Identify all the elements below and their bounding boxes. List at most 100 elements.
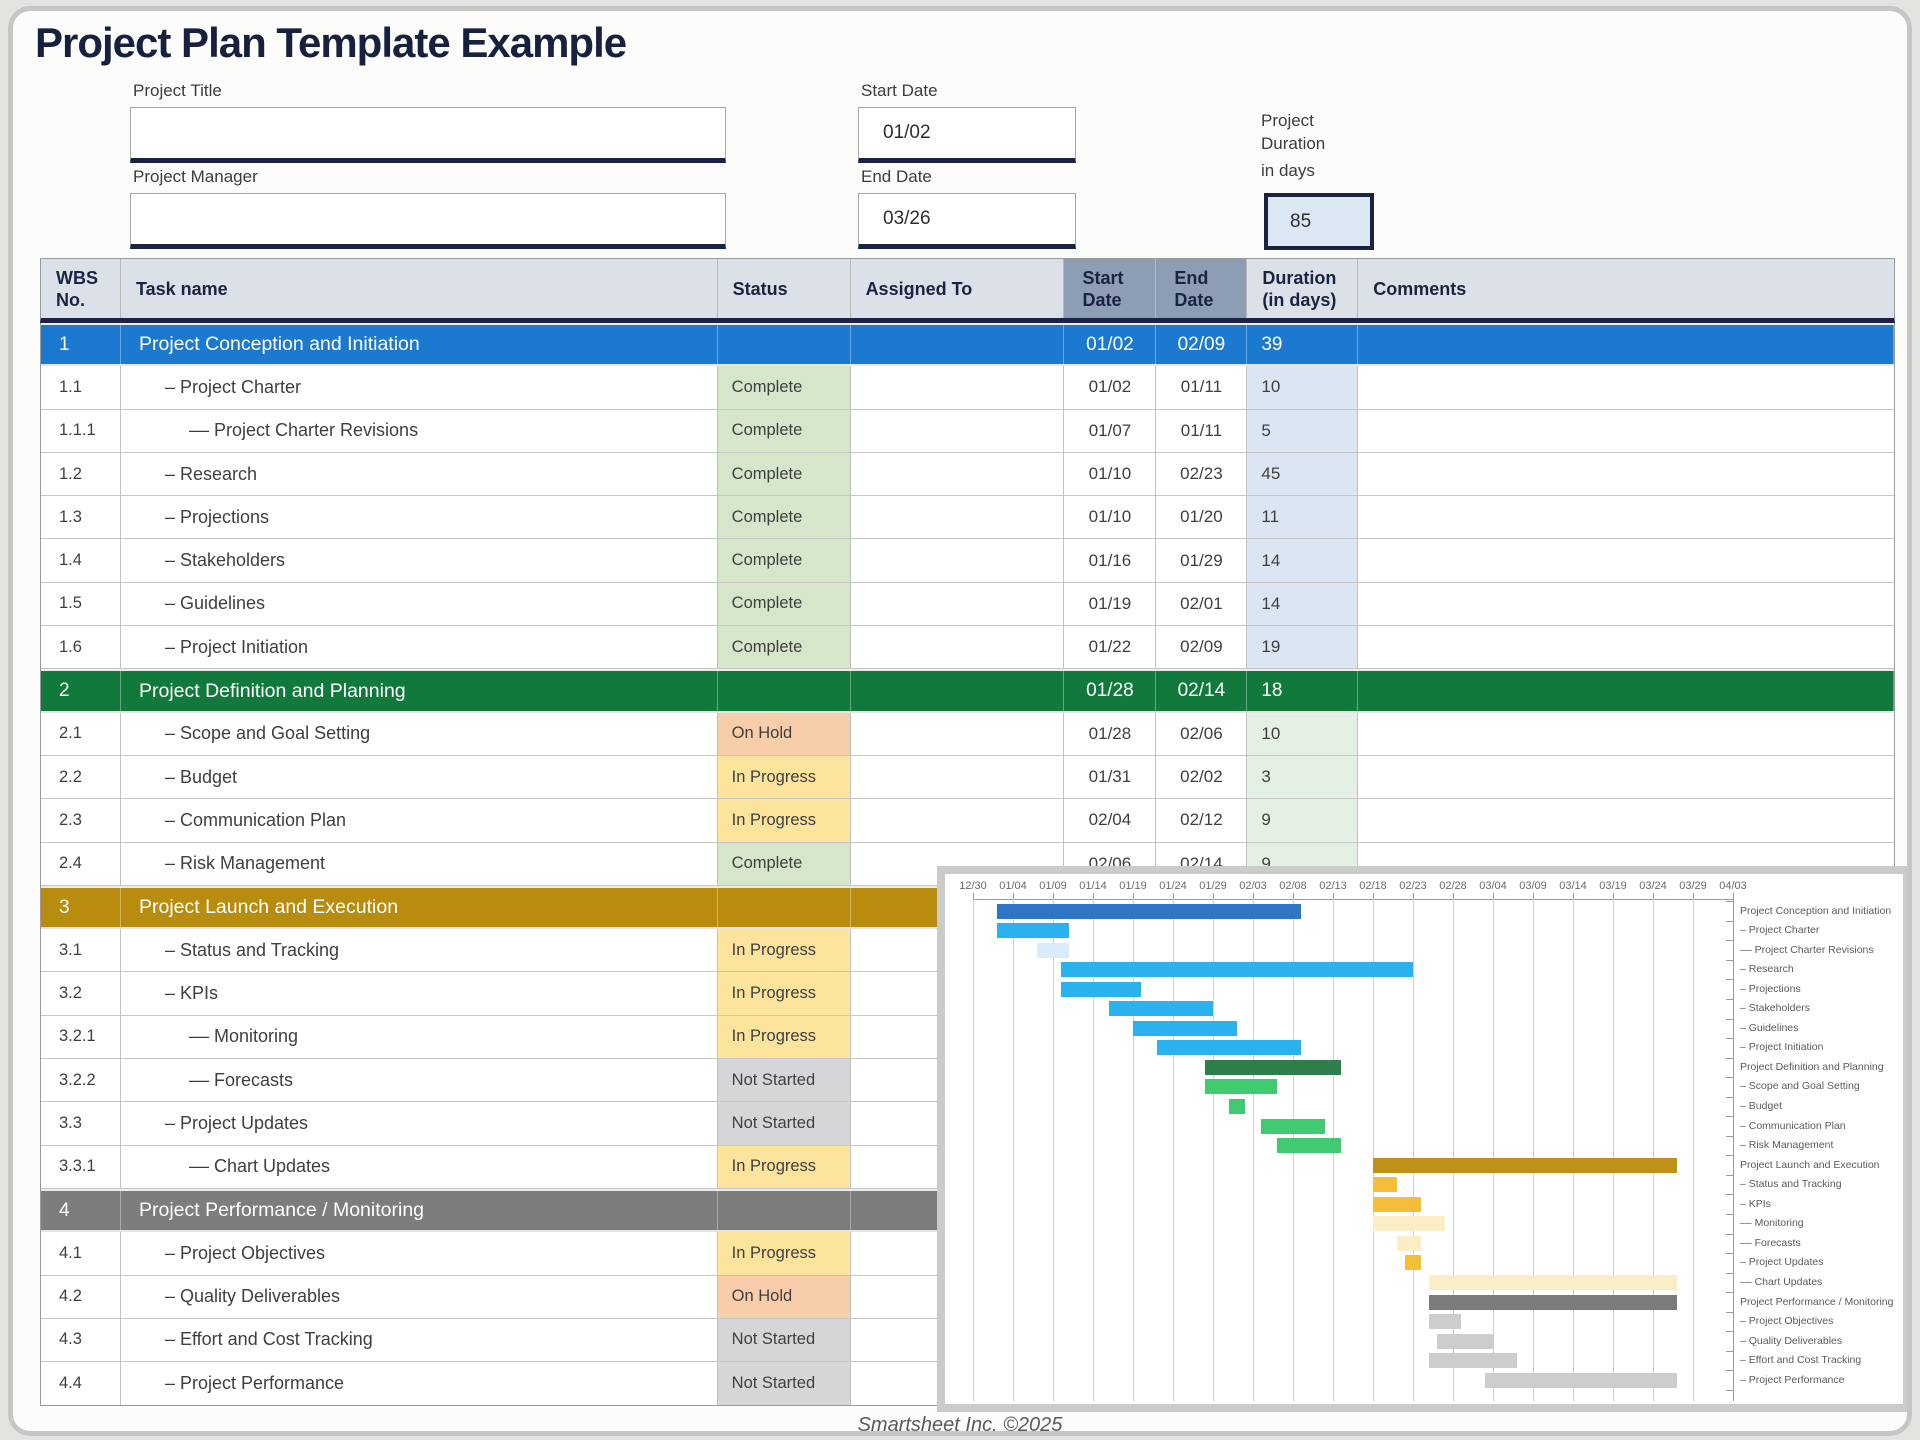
gantt-bar[interactable] <box>1397 1236 1421 1251</box>
status-cell[interactable]: Complete <box>718 843 851 885</box>
wbs-cell[interactable]: 4.1 <box>41 1232 121 1274</box>
gantt-bar[interactable] <box>1133 1021 1237 1036</box>
duration-cell[interactable]: 39 <box>1247 325 1358 364</box>
comments-cell[interactable] <box>1358 799 1894 841</box>
task-cell[interactable]: –– Chart Updates <box>121 1146 718 1188</box>
start-cell[interactable]: 01/07 <box>1064 410 1156 452</box>
column-header-comments[interactable]: Comments <box>1358 259 1894 318</box>
start-cell[interactable]: 01/31 <box>1064 756 1156 798</box>
gantt-bar[interactable] <box>1061 982 1141 997</box>
gantt-bar[interactable] <box>1277 1138 1341 1153</box>
end-cell[interactable]: 01/20 <box>1156 496 1247 538</box>
task-cell[interactable]: – Risk Management <box>121 843 718 885</box>
status-cell[interactable]: Complete <box>718 539 851 581</box>
gantt-bar[interactable] <box>1205 1079 1277 1094</box>
status-cell[interactable]: In Progress <box>718 799 851 841</box>
end-cell[interactable]: 02/01 <box>1156 583 1247 625</box>
assigned-cell[interactable] <box>851 496 1065 538</box>
assigned-cell[interactable] <box>851 539 1065 581</box>
task-cell[interactable]: –– Project Charter Revisions <box>121 410 718 452</box>
status-cell[interactable]: Complete <box>718 583 851 625</box>
column-header-duration[interactable]: Duration (in days) <box>1247 259 1358 318</box>
status-cell[interactable] <box>718 1191 851 1230</box>
task-cell[interactable]: – Effort and Cost Tracking <box>121 1319 718 1361</box>
end-cell[interactable]: 02/12 <box>1156 799 1247 841</box>
wbs-cell[interactable]: 3.2.2 <box>41 1059 121 1101</box>
gantt-bar[interactable] <box>1373 1158 1677 1173</box>
gantt-bar[interactable] <box>997 904 1301 919</box>
gantt-bar[interactable] <box>1373 1216 1445 1231</box>
status-cell[interactable]: Not Started <box>718 1319 851 1361</box>
task-cell[interactable]: – Research <box>121 453 718 495</box>
assigned-cell[interactable] <box>851 583 1065 625</box>
task-cell[interactable]: – Status and Tracking <box>121 929 718 971</box>
duration-cell[interactable]: 11 <box>1247 496 1358 538</box>
comments-cell[interactable] <box>1358 325 1894 364</box>
task-cell[interactable]: – Stakeholders <box>121 539 718 581</box>
status-cell[interactable] <box>718 671 851 710</box>
status-cell[interactable]: Not Started <box>718 1102 851 1144</box>
task-cell[interactable]: – Quality Deliverables <box>121 1276 718 1318</box>
end-date-input[interactable]: 03/26 <box>858 193 1076 249</box>
wbs-cell[interactable]: 1.6 <box>41 626 121 668</box>
start-cell[interactable]: 01/28 <box>1064 713 1156 755</box>
assigned-cell[interactable] <box>851 366 1065 408</box>
comments-cell[interactable] <box>1358 539 1894 581</box>
wbs-cell[interactable]: 1.1.1 <box>41 410 121 452</box>
wbs-cell[interactable]: 4 <box>41 1191 121 1230</box>
duration-cell[interactable]: 18 <box>1247 671 1358 710</box>
gantt-bar[interactable] <box>1037 943 1069 958</box>
wbs-cell[interactable]: 1.3 <box>41 496 121 538</box>
wbs-cell[interactable]: 4.3 <box>41 1319 121 1361</box>
comments-cell[interactable] <box>1358 756 1894 798</box>
status-cell[interactable] <box>718 325 851 364</box>
wbs-cell[interactable]: 3.2.1 <box>41 1016 121 1058</box>
start-cell[interactable]: 01/28 <box>1064 671 1156 710</box>
duration-cell[interactable]: 3 <box>1247 756 1358 798</box>
assigned-cell[interactable] <box>851 713 1065 755</box>
wbs-cell[interactable]: 2.3 <box>41 799 121 841</box>
assigned-cell[interactable] <box>851 325 1065 364</box>
status-cell[interactable]: Not Started <box>718 1362 851 1405</box>
end-cell[interactable]: 02/09 <box>1156 626 1247 668</box>
gantt-bar[interactable] <box>1429 1275 1677 1290</box>
column-header-end[interactable]: End Date <box>1156 259 1247 318</box>
status-cell[interactable]: In Progress <box>718 1016 851 1058</box>
status-cell[interactable]: Complete <box>718 366 851 408</box>
task-cell[interactable]: – Projections <box>121 496 718 538</box>
gantt-bar[interactable] <box>1429 1295 1677 1310</box>
start-cell[interactable]: 01/02 <box>1064 325 1156 364</box>
task-cell[interactable]: Project Performance / Monitoring <box>121 1191 718 1230</box>
task-cell[interactable]: – Guidelines <box>121 583 718 625</box>
task-cell[interactable]: Project Launch and Execution <box>121 888 718 927</box>
gantt-bar[interactable] <box>997 923 1069 938</box>
start-cell[interactable]: 02/04 <box>1064 799 1156 841</box>
status-cell[interactable]: Complete <box>718 626 851 668</box>
gantt-panel[interactable]: 12/3001/0401/0901/1401/1901/2401/2902/03… <box>937 866 1911 1412</box>
gantt-bar[interactable] <box>1261 1119 1325 1134</box>
wbs-cell[interactable]: 2.4 <box>41 843 121 885</box>
project-manager-input[interactable] <box>130 193 726 249</box>
wbs-cell[interactable]: 2.1 <box>41 713 121 755</box>
duration-cell[interactable]: 14 <box>1247 583 1358 625</box>
duration-cell[interactable]: 5 <box>1247 410 1358 452</box>
assigned-cell[interactable] <box>851 453 1065 495</box>
gantt-bar[interactable] <box>1485 1373 1677 1388</box>
task-cell[interactable]: – Project Objectives <box>121 1232 718 1274</box>
status-cell[interactable]: Complete <box>718 410 851 452</box>
wbs-cell[interactable]: 2 <box>41 671 121 710</box>
column-header-status[interactable]: Status <box>718 259 851 318</box>
status-cell[interactable]: Complete <box>718 496 851 538</box>
wbs-cell[interactable]: 3 <box>41 888 121 927</box>
gantt-bar[interactable] <box>1373 1177 1397 1192</box>
start-cell[interactable]: 01/22 <box>1064 626 1156 668</box>
status-cell[interactable]: Not Started <box>718 1059 851 1101</box>
wbs-cell[interactable]: 1.4 <box>41 539 121 581</box>
comments-cell[interactable] <box>1358 626 1894 668</box>
task-cell[interactable]: – KPIs <box>121 972 718 1014</box>
status-cell[interactable]: In Progress <box>718 1146 851 1188</box>
column-header-task[interactable]: Task name <box>121 259 718 318</box>
duration-cell[interactable]: 9 <box>1247 799 1358 841</box>
comments-cell[interactable] <box>1358 713 1894 755</box>
gantt-bar[interactable] <box>1061 962 1413 977</box>
